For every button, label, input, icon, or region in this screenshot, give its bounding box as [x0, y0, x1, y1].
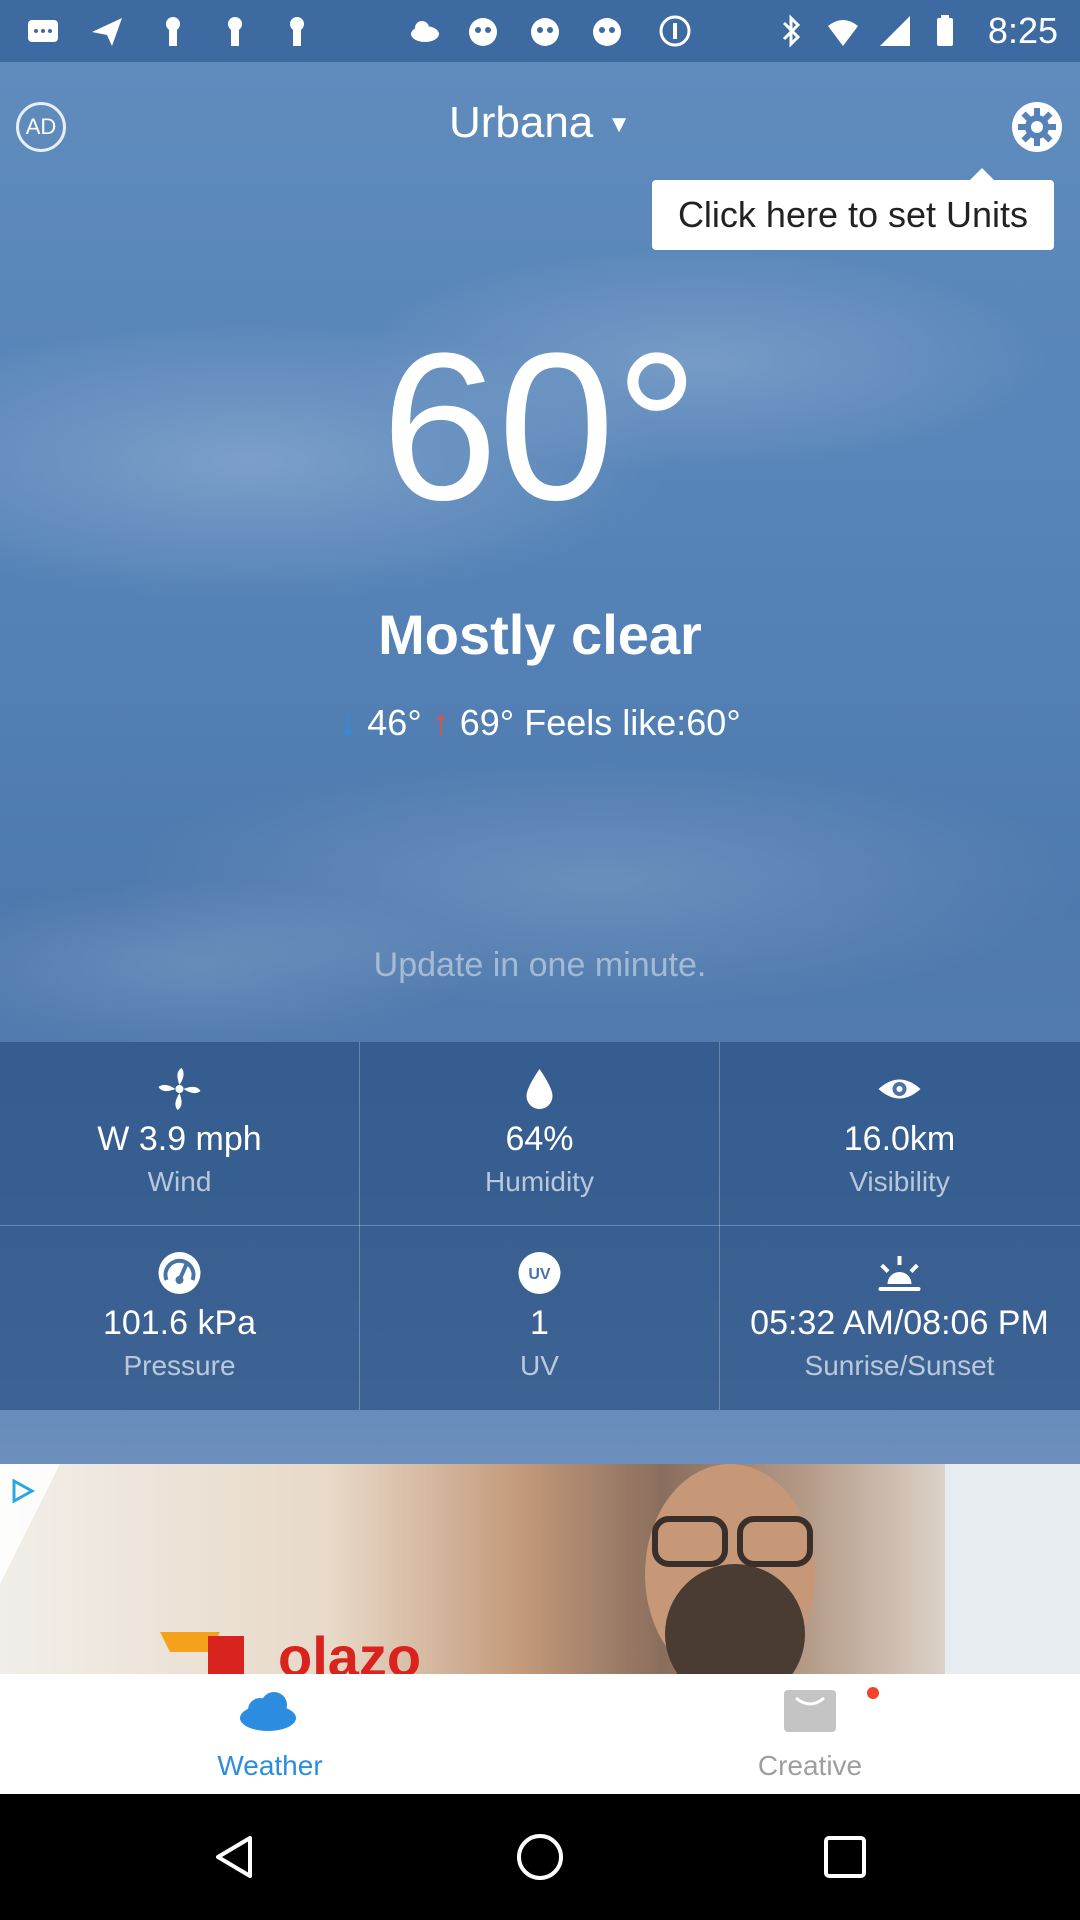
weather-condition: Mostly clear — [378, 603, 702, 666]
cat-app-icon — [531, 18, 559, 46]
status-bar: 8:25 — [0, 0, 1080, 62]
weather-details-grid: W 3.9 mph Wind 64% Humidity 16.0km Visib… — [0, 1042, 1080, 1410]
arrow-down-icon: ↓ — [339, 702, 358, 743]
current-temperature: 60° — [381, 309, 699, 544]
adchoices-icon[interactable] — [10, 1478, 36, 1504]
units-tooltip-text: Click here to set Units — [677, 194, 1029, 235]
cat-app-icon — [469, 18, 497, 46]
bluetooth-icon — [782, 14, 801, 48]
humidity-value: 64% — [505, 1120, 574, 1158]
tab-weather-label: Weather — [217, 1750, 323, 1781]
notification-icon — [166, 17, 180, 46]
water-drop-icon — [526, 1069, 553, 1109]
wind-value: W 3.9 mph — [97, 1120, 262, 1158]
send-icon — [92, 18, 122, 46]
ad-person-illustration — [645, 1464, 815, 1674]
temperature-range: ↓ 46° ↑ 69° Feels like:60° — [0, 702, 1080, 744]
notification-icon — [228, 17, 242, 46]
battery-icon — [937, 15, 953, 46]
back-icon[interactable] — [210, 1832, 260, 1882]
ad-brand-logo: olazo — [160, 1625, 421, 1674]
arrow-up-icon: ↑ — [431, 702, 450, 743]
pressure-label: Pressure — [123, 1350, 236, 1381]
units-tooltip[interactable]: Click here to set Units — [652, 168, 1054, 250]
svg-text:UV: UV — [528, 1266, 551, 1283]
wind-label: Wind — [147, 1166, 212, 1197]
uv-value: 1 — [530, 1304, 549, 1342]
city-selector[interactable]: Urbana ▼ — [0, 98, 1080, 148]
system-navigation-bar — [0, 1794, 1080, 1920]
sunrise-sunset-value: 05:32 AM/08:06 PM — [750, 1304, 1049, 1342]
ad-logo-mark — [160, 1632, 244, 1674]
sunrise-sunset-cell: 05:32 AM/08:06 PM Sunrise/Sunset — [720, 1226, 1079, 1409]
eye-icon — [878, 1079, 921, 1099]
notification-icon — [290, 17, 304, 46]
notification-dot — [867, 1687, 879, 1699]
uv-icon: UV — [518, 1252, 561, 1294]
city-name: Urbana — [448, 98, 594, 147]
tab-weather[interactable]: Weather — [0, 1674, 540, 1794]
sunrise-sunset-label: Sunrise/Sunset — [804, 1350, 995, 1381]
high-temperature: 69° — [459, 702, 515, 743]
uv-cell: UV 1 UV — [360, 1226, 719, 1409]
ad-banner[interactable]: olazo — [0, 1464, 1080, 1674]
bottom-tab-bar: Weather Creative — [0, 1674, 1080, 1794]
signal-icon — [880, 16, 910, 46]
status-time: 8:25 — [987, 10, 1058, 51]
humidity-cell: 64% Humidity — [360, 1042, 719, 1225]
visibility-label: Visibility — [849, 1166, 950, 1197]
weather-panel: AD Urbana ▼ Click here to set Units 60° M… — [0, 62, 1080, 1464]
tab-creative-label: Creative — [757, 1750, 863, 1781]
tab-creative[interactable]: Creative — [540, 1674, 1080, 1794]
settings-gear-icon[interactable] — [1010, 100, 1064, 154]
humidity-label: Humidity — [485, 1166, 594, 1197]
visibility-cell: 16.0km Visibility — [720, 1042, 1079, 1225]
inbox-icon — [784, 1690, 836, 1732]
visibility-value: 16.0km — [843, 1120, 956, 1158]
pressure-value: 101.6 kPa — [102, 1304, 257, 1342]
sunrise-icon — [878, 1256, 921, 1291]
home-icon[interactable] — [515, 1832, 565, 1882]
recents-icon[interactable] — [820, 1832, 870, 1882]
pressure-cell: 101.6 kPa Pressure — [0, 1226, 359, 1409]
wifi-icon — [828, 20, 858, 46]
wind-cell: W 3.9 mph Wind — [0, 1042, 359, 1225]
ad-image[interactable] — [0, 1464, 945, 1674]
cloud-icon — [411, 21, 439, 42]
cloud-icon — [240, 1692, 296, 1731]
ad-brand-text: olazo — [278, 1625, 422, 1674]
update-status: Update in one minute. — [373, 946, 707, 984]
uv-label: UV — [520, 1350, 559, 1381]
caret-down-icon: ▼ — [607, 111, 632, 139]
fan-icon — [158, 1068, 201, 1110]
feels-like: Feels like:60° — [524, 702, 741, 743]
cat-app-icon — [593, 18, 621, 46]
low-temperature: 46° — [367, 702, 422, 743]
gauge-icon — [158, 1252, 201, 1294]
info-icon — [659, 15, 691, 47]
message-icon — [28, 20, 58, 42]
